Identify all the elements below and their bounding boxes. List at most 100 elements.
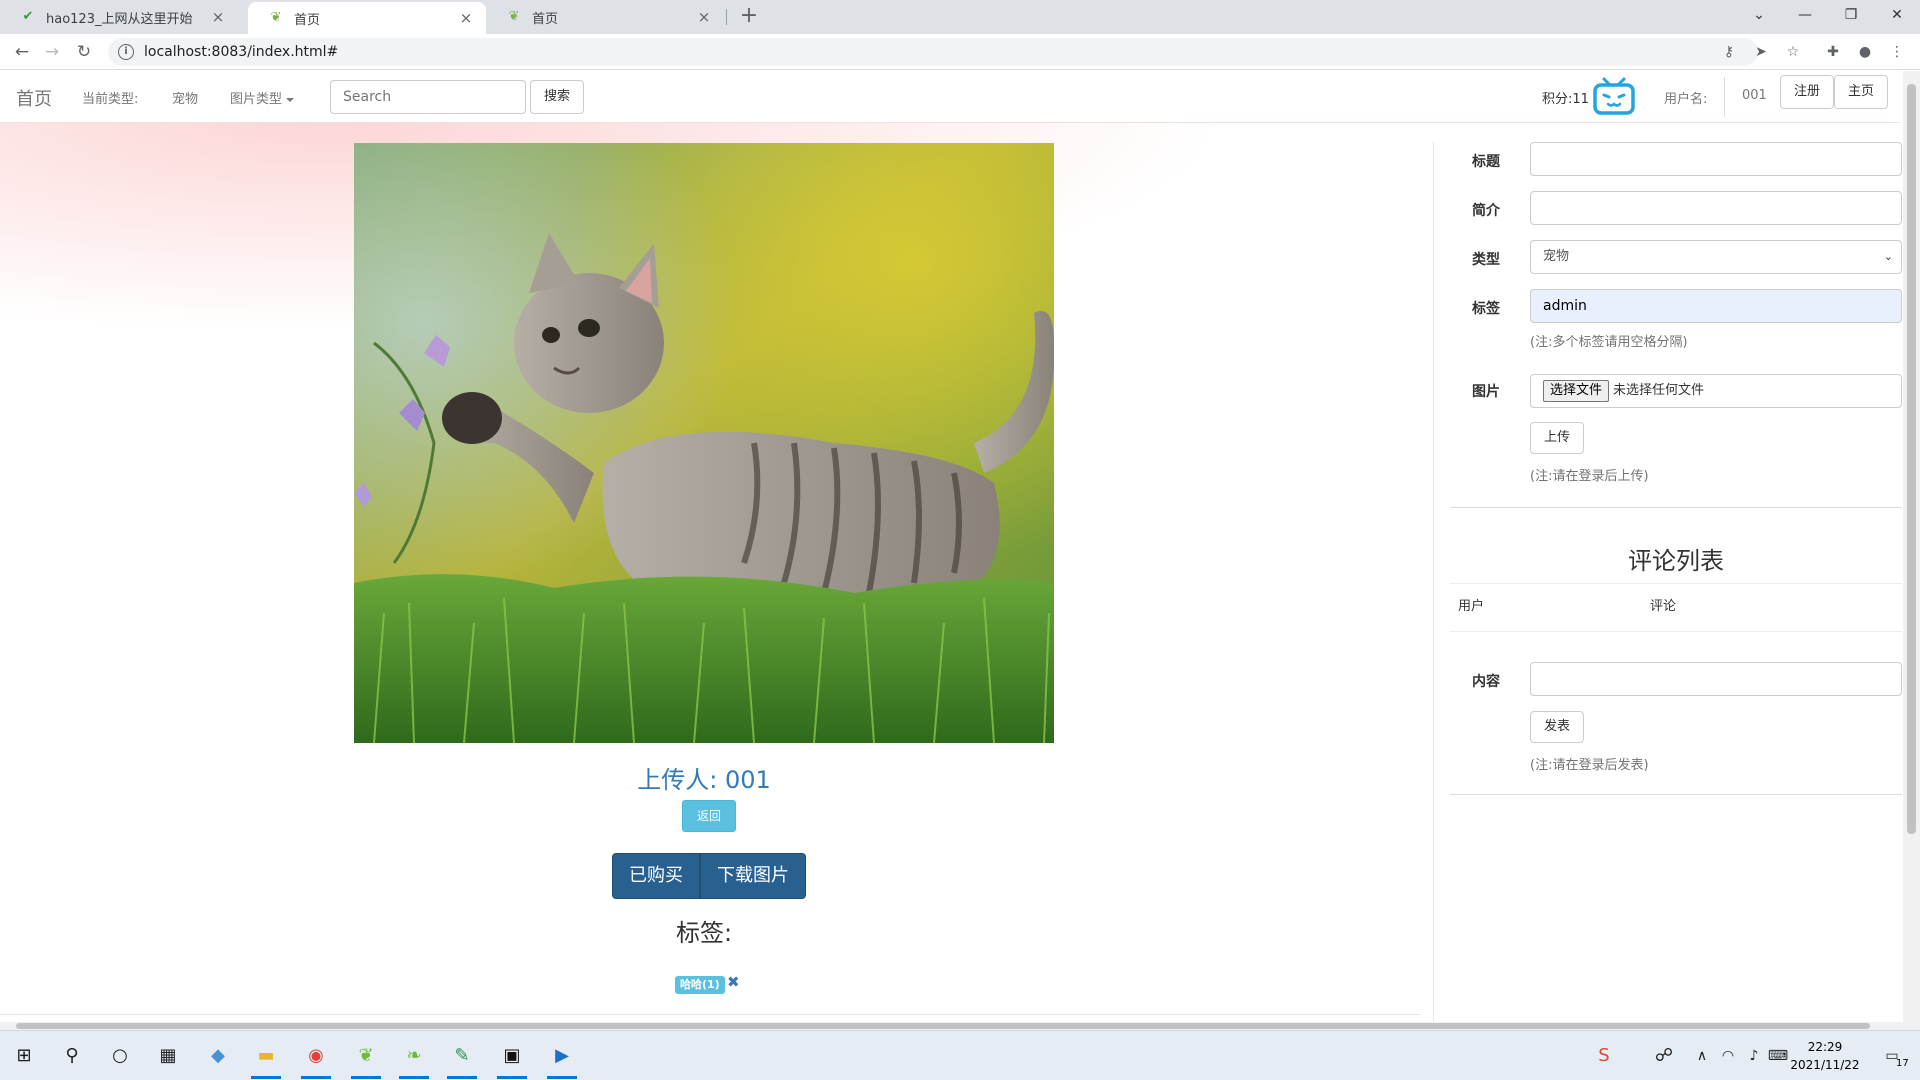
task-view-icon[interactable]: ▦	[154, 1042, 182, 1070]
purchased-button[interactable]: 已购买	[612, 853, 700, 899]
browser-tab-strip: ✔ hao123_上网从这里开始 × ❦ 首页 × ❦ 首页 × + ⌄ — ❐…	[0, 0, 1920, 34]
comments-col-comment: 评论	[1650, 599, 1677, 614]
search-button[interactable]: 搜索	[530, 80, 584, 114]
content-divider	[0, 1014, 1420, 1015]
intro-label: 简介	[1472, 203, 1500, 219]
content-label: 内容	[1472, 674, 1500, 690]
vertical-scroll-thumb[interactable]	[1907, 84, 1916, 834]
sidebar-border	[1433, 142, 1434, 1022]
minimize-button[interactable]: —	[1782, 0, 1828, 30]
profile-avatar-icon[interactable]: ●	[1854, 42, 1876, 62]
form-divider	[1450, 507, 1902, 508]
back-arrow-icon[interactable]: ←	[8, 38, 36, 66]
notepad-icon[interactable]: ✎	[448, 1042, 476, 1070]
leaf-favicon-icon: ❦	[270, 10, 282, 25]
title-label: 标题	[1472, 154, 1500, 170]
type-select[interactable]: 宠物 ⌄	[1530, 240, 1902, 274]
file-explorer-icon[interactable]: ▬	[252, 1042, 280, 1070]
type-select-value: 宠物	[1543, 249, 1570, 264]
navbar-divider	[1724, 77, 1725, 117]
tab-separator	[726, 9, 727, 25]
intro-input[interactable]	[1530, 191, 1902, 225]
notification-count-badge: 17	[1896, 1058, 1909, 1069]
spring-active-indicator	[351, 1076, 381, 1079]
image-label: 图片	[1472, 384, 1500, 400]
site-navbar: 首页 当前类型: 宠物 图片类型 搜索 积分:11 用户名: 001 注册 主页	[0, 71, 1900, 123]
leaf-app-icon[interactable]: ❧	[400, 1042, 428, 1070]
points-display: 积分:11	[1542, 92, 1589, 107]
browser-tab-home[interactable]: ❦ 首页 ×	[486, 0, 724, 34]
post-help-text: (注:请在登录后发表)	[1530, 758, 1649, 773]
caret-down-icon	[286, 97, 295, 102]
file-input[interactable]: 选择文件 未选择任何文件	[1530, 374, 1902, 408]
download-image-button[interactable]: 下载图片	[700, 853, 806, 899]
site-info-icon[interactable]: i	[118, 44, 134, 60]
close-window-button[interactable]: ✕	[1874, 0, 1920, 30]
tab-close-icon[interactable]: ×	[210, 8, 226, 26]
tag-label[interactable]: 哈哈(1)	[675, 976, 725, 994]
terminal-active-indicator	[497, 1076, 527, 1079]
brand-home-link[interactable]: 首页	[16, 85, 52, 111]
bilibili-tv-icon	[1593, 77, 1635, 115]
comment-content-input[interactable]	[1530, 662, 1902, 696]
back-button[interactable]: 返回	[682, 800, 736, 832]
send-icon[interactable]: ➤	[1750, 42, 1772, 62]
new-tab-button[interactable]: +	[736, 4, 762, 30]
key-icon[interactable]: ⚷	[1718, 42, 1740, 62]
username-value: 001	[1742, 88, 1767, 103]
network-icon[interactable]: ◠	[1714, 1042, 1742, 1070]
comments-col-user: 用户	[1458, 599, 1485, 614]
image-type-dropdown[interactable]: 图片类型	[230, 88, 295, 107]
tags-input[interactable]: admin	[1530, 289, 1902, 323]
title-input[interactable]	[1530, 142, 1902, 176]
taskbar-clock[interactable]: 22:29 2021/11/22	[1780, 1038, 1870, 1074]
url-text: localhost:8083/index.html#	[144, 44, 339, 60]
register-button[interactable]: 注册	[1780, 75, 1834, 109]
file-explorer-active-indicator	[251, 1076, 281, 1079]
leaf-app-active-indicator	[399, 1076, 429, 1079]
hao123-favicon-icon: ✔	[22, 9, 34, 24]
tags-label: 标签	[1472, 301, 1500, 317]
people-icon[interactable]: ☍	[1650, 1042, 1678, 1070]
address-toolbar: ← → ↻ i localhost:8083/index.html# ⚷ ➤ ☆…	[0, 34, 1920, 70]
spring-leaf-icon[interactable]: ❦	[352, 1042, 380, 1070]
browser-tab-home-active[interactable]: ❦ 首页 ×	[248, 2, 486, 34]
extensions-puzzle-icon[interactable]: ✚	[1822, 42, 1844, 62]
tab-close-icon[interactable]: ×	[458, 9, 474, 27]
table-header-rule	[1450, 583, 1902, 584]
tab-title: 首页	[532, 11, 559, 27]
remove-tag-icon[interactable]: ✖	[727, 973, 740, 991]
address-bar[interactable]: i localhost:8083/index.html#	[108, 38, 1758, 66]
browser-tab-hao123[interactable]: ✔ hao123_上网从这里开始 ×	[0, 0, 238, 34]
terminal-icon[interactable]: ▣	[498, 1042, 526, 1070]
app-blue-icon[interactable]: ◆	[204, 1042, 232, 1070]
home-button[interactable]: 主页	[1834, 75, 1888, 109]
tray-chevron-up-icon[interactable]: ∧	[1688, 1042, 1716, 1070]
forward-arrow-icon[interactable]: →	[38, 38, 66, 66]
post-comment-button[interactable]: 发表	[1530, 711, 1584, 743]
restore-button[interactable]: ❐	[1828, 0, 1874, 30]
chrome-active-indicator	[301, 1076, 331, 1079]
input-method-icon[interactable]: S	[1590, 1042, 1618, 1070]
search-icon[interactable]: ⚲	[58, 1042, 86, 1070]
upload-help-text: (注:请在登录后上传)	[1530, 469, 1649, 484]
upload-button[interactable]: 上传	[1530, 422, 1584, 454]
menu-kebab-icon[interactable]: ⋮	[1886, 42, 1908, 62]
comments-divider	[1450, 794, 1902, 795]
choose-file-button[interactable]: 选择文件	[1543, 380, 1610, 402]
windows-taskbar	[0, 1030, 1920, 1080]
horizontal-scroll-thumb[interactable]	[16, 1023, 1870, 1029]
video-meeting-icon[interactable]: ▶	[548, 1042, 576, 1070]
cortana-circle-icon[interactable]: ○	[106, 1042, 134, 1070]
bookmark-star-icon[interactable]: ☆	[1782, 42, 1804, 62]
tab-search-icon[interactable]: ⌄	[1736, 0, 1782, 30]
table-bottom-rule	[1450, 631, 1902, 632]
chrome-icon[interactable]: ◉	[302, 1042, 330, 1070]
username-label: 用户名:	[1664, 92, 1708, 107]
file-status-text: 未选择任何文件	[1613, 383, 1705, 398]
tab-close-icon[interactable]: ×	[696, 8, 712, 26]
search-input[interactable]	[330, 80, 526, 114]
windows-start-icon[interactable]: ⊞	[10, 1042, 38, 1070]
reload-icon[interactable]: ↻	[70, 38, 98, 66]
comments-title: 评论列表	[1628, 547, 1724, 575]
